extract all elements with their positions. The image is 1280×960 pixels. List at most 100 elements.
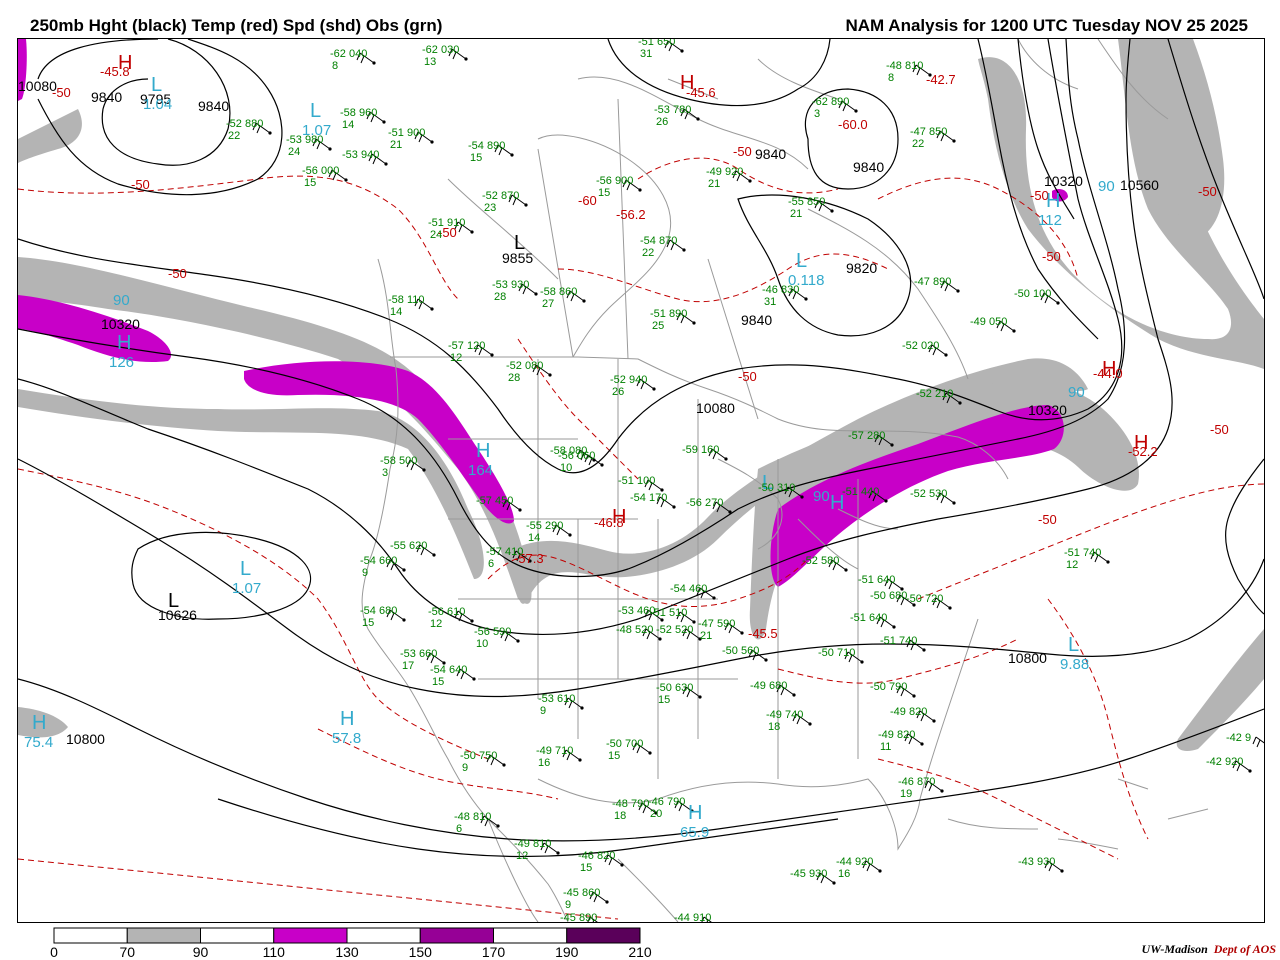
station-temp-height: -53 930 bbox=[492, 279, 529, 291]
station-dewpoint-depression: 10 bbox=[476, 638, 488, 650]
station-dewpoint-depression: 6 bbox=[488, 558, 494, 570]
station-temp-height: -51 510 bbox=[650, 607, 687, 619]
station-dewpoint-depression: 22 bbox=[642, 247, 654, 259]
pressure-center-symbol: H bbox=[118, 52, 132, 74]
station-dewpoint-depression: 18 bbox=[768, 721, 780, 733]
station-temp-height: -50 680 bbox=[870, 590, 907, 602]
station-temp-height: -49 050 bbox=[970, 316, 1007, 328]
station-temp-height: -48 790 bbox=[612, 798, 649, 810]
station-temp-height: -46 830 bbox=[762, 284, 799, 296]
station-dewpoint-depression: 15 bbox=[580, 862, 592, 874]
height-label: 10080 bbox=[696, 400, 735, 416]
station-dewpoint-depression: 9 bbox=[362, 567, 368, 579]
station-temp-height: -56 590 bbox=[474, 626, 511, 638]
station-temp-height: -50 560 bbox=[722, 645, 759, 657]
height-label: 9820 bbox=[846, 260, 877, 276]
station-dewpoint-depression: 21 bbox=[708, 178, 720, 190]
height-label: 10560 bbox=[1120, 177, 1159, 193]
pressure-center-symbol: L bbox=[168, 590, 179, 612]
pressure-center-value: 1.07 bbox=[232, 580, 261, 597]
station-dewpoint-depression: 22 bbox=[228, 130, 240, 142]
pressure-center-symbol: H bbox=[32, 712, 46, 734]
station-temp-height: -49 920 bbox=[706, 166, 743, 178]
colorbar-tick-label: 190 bbox=[555, 944, 579, 960]
station-temp-height: -45 860 bbox=[563, 887, 600, 899]
station-temp-height: -47 590 bbox=[698, 618, 735, 630]
station-temp-height: -51 740 bbox=[1064, 547, 1101, 559]
colorbar-segment bbox=[419, 927, 494, 944]
pressure-center-symbol: L bbox=[796, 250, 807, 272]
station-dewpoint-depression: 12 bbox=[430, 618, 442, 630]
station-temp-height: -57 410 bbox=[486, 546, 523, 558]
height-label: 9840 bbox=[198, 98, 229, 114]
temperature-label: -42.7 bbox=[926, 72, 956, 87]
pressure-center-symbol: L bbox=[240, 558, 251, 580]
colorbar-tick-label: 170 bbox=[481, 944, 506, 960]
station-temp-height: -49 710 bbox=[536, 745, 573, 757]
station-temp-height: -55 620 bbox=[390, 540, 427, 552]
height-label: 10320 bbox=[1028, 402, 1067, 418]
pressure-center-value: 1.04 bbox=[143, 96, 172, 113]
station-temp-height: -56 270 bbox=[686, 497, 723, 509]
station-temp-height: -48 520 bbox=[616, 624, 653, 636]
station-dewpoint-depression: 24 bbox=[430, 229, 442, 241]
station-dewpoint-depression: 6 bbox=[456, 823, 462, 835]
pressure-center-value: 65.9 bbox=[680, 824, 709, 841]
height-label: 9840 bbox=[853, 159, 884, 175]
station-temp-height: -54 660 bbox=[360, 555, 397, 567]
station-dewpoint-depression: 15 bbox=[432, 676, 444, 688]
station-temp-height: -52 520 bbox=[656, 624, 693, 636]
station-dewpoint-depression: 11 bbox=[880, 741, 891, 753]
station-temp-height: -58 110 bbox=[388, 294, 425, 306]
station-temp-height: -45 890 bbox=[560, 912, 597, 922]
station-dewpoint-depression: 15 bbox=[608, 750, 620, 762]
station-temp-height: -55 290 bbox=[526, 520, 563, 532]
station-temp-height: -51 900 bbox=[388, 127, 425, 139]
station-dewpoint-depression: 19 bbox=[900, 788, 912, 800]
height-label: 9840 bbox=[755, 146, 786, 162]
station-dewpoint-depression: 16 bbox=[538, 757, 550, 769]
station-temp-height: -57 450 bbox=[476, 495, 513, 507]
station-temp-height: -52 210 bbox=[916, 388, 953, 400]
pressure-center-value: 57.8 bbox=[332, 730, 361, 747]
station-temp-height: -58 860 bbox=[540, 286, 577, 298]
station-dewpoint-depression: 31 bbox=[764, 296, 776, 308]
station-dewpoint-depression: 31 bbox=[640, 48, 652, 60]
wind-barb bbox=[1252, 736, 1264, 748]
station-temp-height: -62 890 bbox=[812, 96, 849, 108]
station-temp-height: -52 940 bbox=[610, 374, 647, 386]
station-dewpoint-depression: 8 bbox=[332, 60, 338, 72]
speed-label: 90 bbox=[1098, 178, 1115, 195]
station-dewpoint-depression: 25 bbox=[652, 320, 664, 332]
pressure-center-symbol: H bbox=[117, 332, 131, 354]
station-temp-height: -58 960 bbox=[340, 107, 377, 119]
temperature-label: -50 bbox=[733, 144, 752, 159]
station-temp-height: -50 720 bbox=[906, 593, 943, 605]
station-temp-height: -53 980 bbox=[286, 134, 323, 146]
wind-speed-colorbar bbox=[53, 927, 641, 944]
station-temp-height: -46 790 bbox=[648, 796, 685, 808]
station-temp-height: -51 910 bbox=[428, 217, 465, 229]
station-temp-height: -52 880 bbox=[226, 118, 263, 130]
station-dewpoint-depression: 3 bbox=[814, 108, 820, 120]
temperature-label: -50 bbox=[1042, 249, 1061, 264]
station-temp-height: -58 500 bbox=[380, 455, 417, 467]
temperature-label: -50 bbox=[131, 177, 150, 192]
station-temp-height: -49 680 bbox=[750, 680, 787, 692]
station-temp-height: -52 080 bbox=[506, 360, 543, 372]
station-dewpoint-depression: 14 bbox=[390, 306, 402, 318]
station-temp-height: -51 100 bbox=[618, 475, 655, 487]
temperature-label: -56.2 bbox=[616, 207, 646, 222]
speed-label: 90 bbox=[113, 292, 130, 309]
station-dewpoint-depression: 26 bbox=[656, 116, 668, 128]
station-dewpoint-depression: 28 bbox=[494, 291, 506, 303]
station-dewpoint-depression: 16 bbox=[838, 868, 850, 880]
speed-label: 90 bbox=[813, 488, 830, 505]
station-temp-height: -52 580 bbox=[802, 555, 839, 567]
station-dewpoint-depression: 14 bbox=[342, 119, 354, 131]
station-temp-height: -50 750 bbox=[460, 750, 497, 762]
station-temp-height: -42 9 bbox=[1226, 732, 1251, 744]
station-temp-height: -56 060 bbox=[558, 450, 595, 462]
jet-magenta-northwest bbox=[244, 361, 514, 524]
colorbar-segment bbox=[126, 927, 201, 944]
